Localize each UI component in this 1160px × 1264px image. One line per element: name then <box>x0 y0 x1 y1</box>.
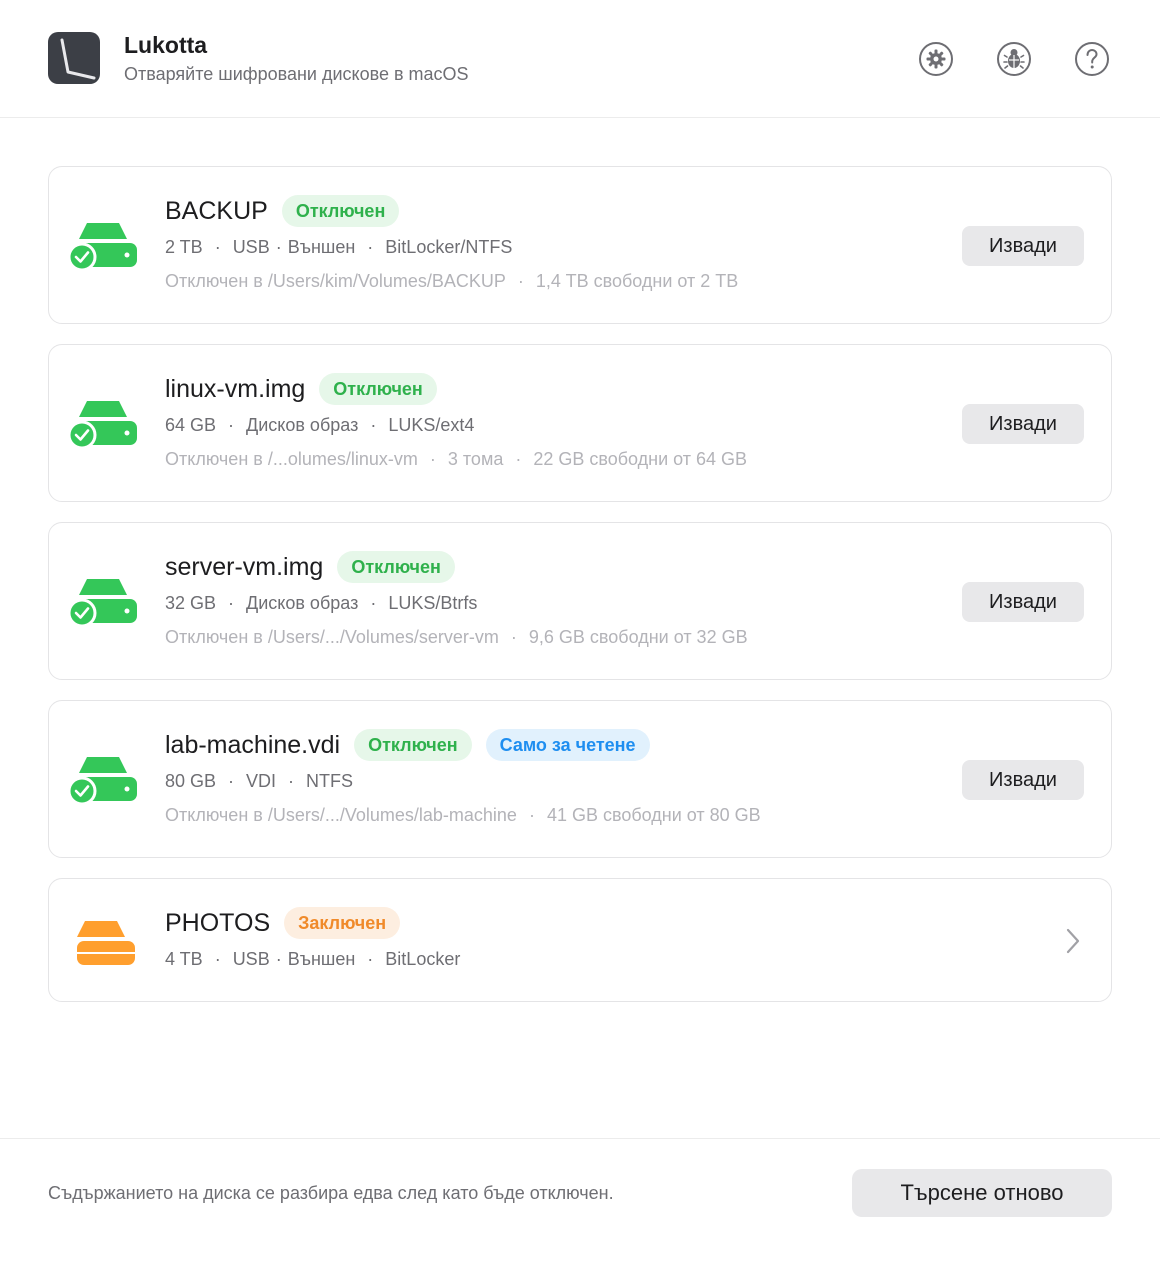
mount-path: Отключен в /...olumes/linux-vm <box>165 449 418 469</box>
free-space: 1,4 TB свободни от 2 TB <box>535 271 739 291</box>
eject-button[interactable]: Извади <box>962 582 1084 622</box>
disk-name: linux-vm.img <box>165 374 306 403</box>
mount-path: Отключен в /Users/.../Volumes/server-vm <box>165 627 499 647</box>
disk-card-photos[interactable]: PHOTOS Заключен 4 TB · USB · Външен · BitLocke… <box>48 878 1112 1002</box>
status-badge: Отключен <box>354 729 472 761</box>
disk-size: 64 GB <box>165 415 217 435</box>
disk-name: lab-machine.vdi <box>165 730 341 759</box>
disk-kind: Външен <box>287 949 356 969</box>
disk-name: PHOTOS <box>165 908 271 937</box>
disk-info: 4 TB · USB · Външен · BitLocker <box>165 949 461 969</box>
mount-path: Отключен в /Users/kim/Volumes/BACKUP <box>165 271 506 291</box>
unlocked-drive-icon <box>67 753 139 807</box>
settings-gear-icon[interactable] <box>918 41 954 77</box>
eject-button[interactable]: Извади <box>962 404 1084 444</box>
mount-path: Отключен в /Users/.../Volumes/lab-machin… <box>165 805 517 825</box>
bug-icon[interactable] <box>996 41 1032 77</box>
disk-size: 4 TB <box>165 949 203 969</box>
disk-size: 2 TB <box>165 237 203 257</box>
disk-size: 32 GB <box>165 593 217 613</box>
free-space: 41 GB свободни от 80 GB <box>546 805 761 825</box>
disk-info: 32 GB · Дисков образ · LUKS/Btrfs <box>165 593 478 613</box>
mount-info: Отключен в /Users/kim/Volumes/BACKUP · 1,4… <box>165 271 739 291</box>
disk-format: BitLocker/NTFS <box>385 237 513 257</box>
locked-drive-icon <box>67 917 139 971</box>
app-subtitle: Отваряйте шифровани дискове в macOS <box>124 64 469 84</box>
disk-kind: VDI <box>246 771 277 791</box>
disk-kind: Външен <box>287 237 356 257</box>
disk-format: BitLocker <box>385 949 461 969</box>
status-badge: Отключен <box>319 373 437 405</box>
disk-format: NTFS <box>306 771 354 791</box>
mount-info: Отключен в /Users/.../Volumes/lab-machin… <box>165 805 761 825</box>
disk-card-linux-vm[interactable]: linux-vm.img Отключен 64 GB · Дисков образ… <box>48 344 1112 502</box>
disk-info: 2 TB · USB · Външен · BitLocker/NTFS <box>165 237 513 257</box>
disk-name: BACKUP <box>165 196 268 225</box>
disk-card-server-vm[interactable]: server-vm.img Отключен 32 GB · Дисков обра… <box>48 522 1112 680</box>
disk-size: 80 GB <box>165 771 217 791</box>
disk-name: server-vm.img <box>165 552 324 581</box>
disk-card-lab-machine[interactable]: lab-machine.vdi Отключен Само за четене … <box>48 700 1112 858</box>
chevron-right-icon[interactable] <box>1063 927 1083 955</box>
unlocked-drive-icon <box>67 219 139 273</box>
eject-button[interactable]: Извади <box>962 760 1084 800</box>
disk-info: 80 GB · VDI · NTFS <box>165 771 354 791</box>
footer: Съдържанието на диска се разбира едва сл… <box>0 1138 1160 1264</box>
unlocked-drive-icon <box>67 575 139 629</box>
status-badge: Отключен <box>281 195 400 227</box>
app-logo-icon <box>48 32 100 84</box>
status-badge: Заключен <box>284 907 401 939</box>
disk-format: LUKS/ext4 <box>388 415 475 435</box>
disk-card-backup[interactable]: BACKUP Отключен 2 TB · USB · Външен · BitLocke… <box>48 166 1112 324</box>
unlocked-drive-icon <box>67 397 139 451</box>
app-title: Lukotta <box>124 32 208 58</box>
disk-bus: USB <box>232 949 270 969</box>
mount-info: Отключен в /...olumes/linux-vm · 3 тома · 22… <box>165 449 748 469</box>
eject-button[interactable]: Извади <box>962 226 1084 266</box>
mount-info: Отключен в /Users/.../Volumes/server-vm ·… <box>165 627 748 647</box>
disk-format: LUKS/Btrfs <box>388 593 478 613</box>
free-space: 9,6 GB свободни от 32 GB <box>528 627 748 647</box>
footer-note: Съдържанието на диска се разбира едва сл… <box>48 1183 614 1203</box>
help-icon[interactable] <box>1074 41 1110 77</box>
read-only-badge: Само за четене <box>485 729 650 761</box>
disk-bus: USB <box>232 237 270 257</box>
rescan-button[interactable]: Търсене отново <box>852 1169 1112 1217</box>
volume-count: 3 тома <box>447 449 504 469</box>
disk-kind: Дисков образ <box>246 593 359 613</box>
status-badge: Отключен <box>337 551 455 583</box>
free-space: 22 GB свободни от 64 GB <box>533 449 748 469</box>
disk-info: 64 GB · Дисков образ · LUKS/ext4 <box>165 415 475 435</box>
disk-kind: Дисков образ <box>246 415 359 435</box>
app-header: Lukotta Отваряйте шифровани дискове в ma… <box>0 0 1160 118</box>
